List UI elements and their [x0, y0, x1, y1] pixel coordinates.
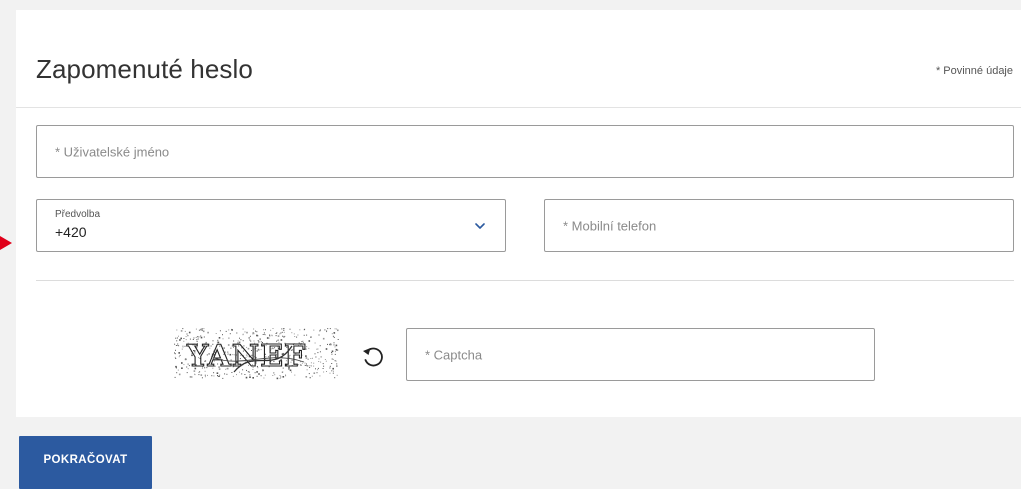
username-placeholder: * Uživatelské jméno [55, 144, 170, 159]
phone-prefix-select[interactable]: Předvolba +420 [36, 199, 506, 252]
refresh-icon[interactable] [358, 342, 388, 372]
captcha-image: YANEF [174, 328, 339, 380]
continue-button[interactable]: POKRAČOVAT [19, 436, 152, 489]
chevron-down-icon [475, 223, 485, 229]
form-divider [36, 280, 1014, 281]
page-title: Zapomenuté heslo [36, 54, 253, 84]
captcha-field[interactable]: * Captcha [406, 328, 875, 381]
forgot-password-page: Zapomenuté heslo * Povinné údaje * Uživa… [0, 0, 1021, 489]
forgot-password-card: Zapomenuté heslo * Povinné údaje * Uživa… [16, 10, 1021, 417]
required-fields-note: * Povinné údaje [935, 65, 1013, 77]
pointer-arrow-icon [0, 236, 12, 250]
header-divider [16, 107, 1021, 108]
mobile-phone-field[interactable]: * Mobilní telefon [544, 199, 1014, 252]
phone-prefix-value: +420 [55, 224, 87, 240]
captcha-placeholder: * Captcha [425, 347, 483, 362]
phone-prefix-label: Předvolba [55, 209, 101, 220]
username-field[interactable]: * Uživatelské jméno [36, 125, 1014, 178]
mobile-phone-placeholder: * Mobilní telefon [563, 218, 657, 233]
captcha-text: YANEF [186, 339, 306, 374]
